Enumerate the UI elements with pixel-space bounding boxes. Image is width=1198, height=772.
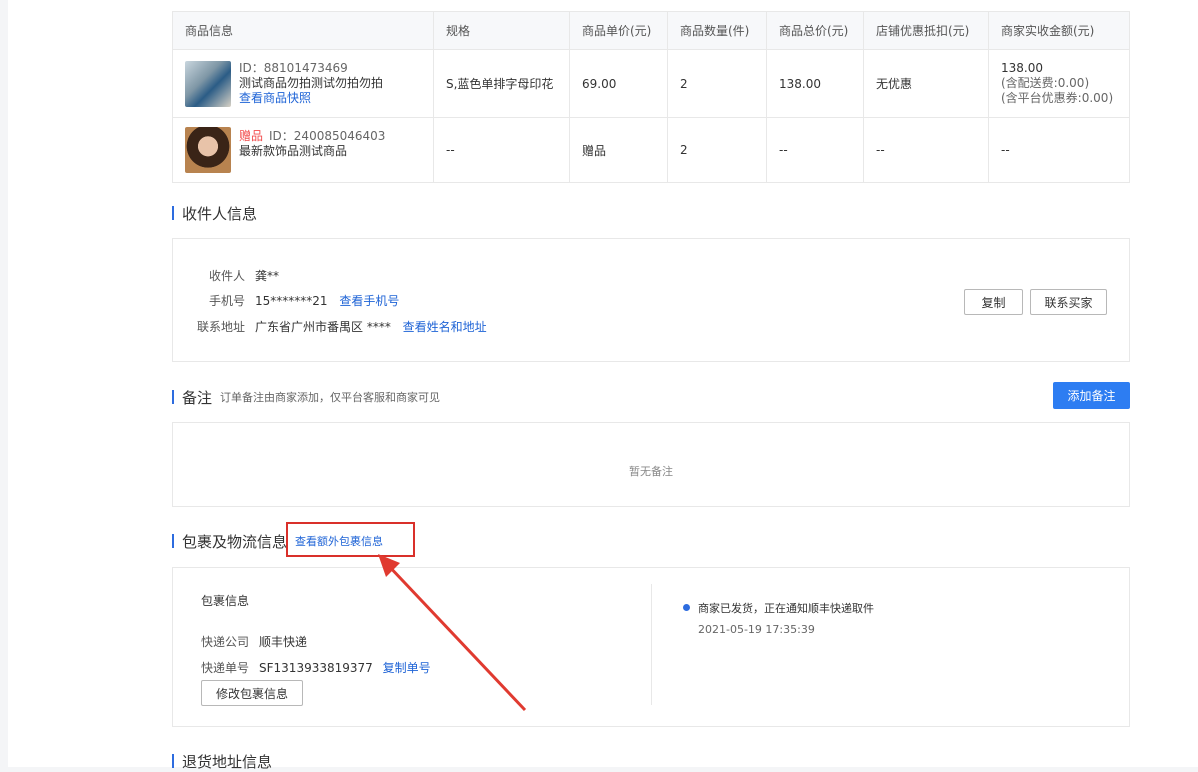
annotation-arrow-icon (378, 554, 527, 712)
order-detail-page: 商品信息 规格 商品单价(元) 商品数量(件) 商品总价(元) 店铺优惠抵扣(元… (8, 0, 1198, 771)
